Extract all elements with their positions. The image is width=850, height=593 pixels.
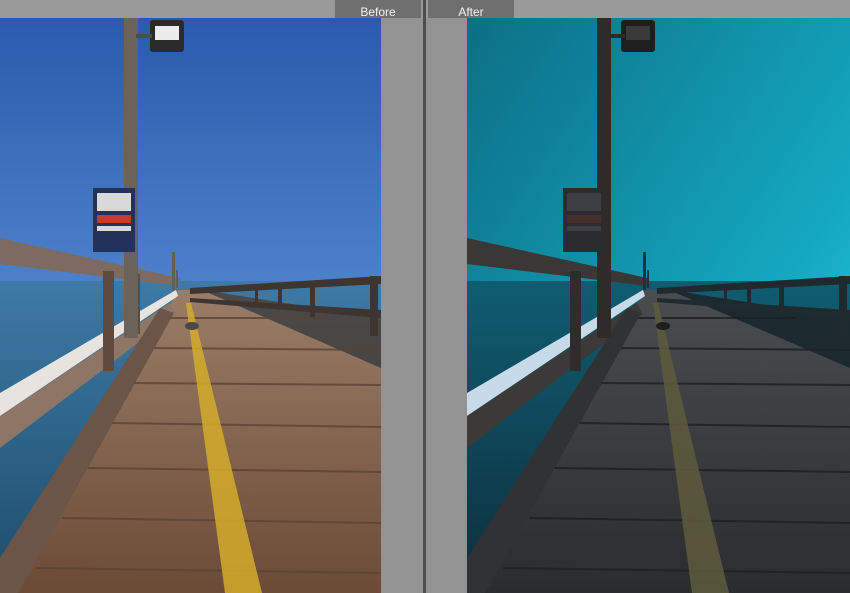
right-gutter (426, 18, 467, 593)
after-image-panel (467, 18, 850, 593)
left-gutter (381, 18, 423, 593)
before-photo (0, 18, 381, 593)
pier-lamp-icon (124, 18, 138, 338)
bird-icon (185, 322, 199, 330)
sign-board-icon (563, 188, 605, 252)
pier-lamp-icon (597, 18, 611, 338)
before-image-panel (0, 18, 381, 593)
sign-board-icon (93, 188, 135, 252)
after-photo (467, 18, 850, 593)
bird-icon (656, 322, 670, 330)
